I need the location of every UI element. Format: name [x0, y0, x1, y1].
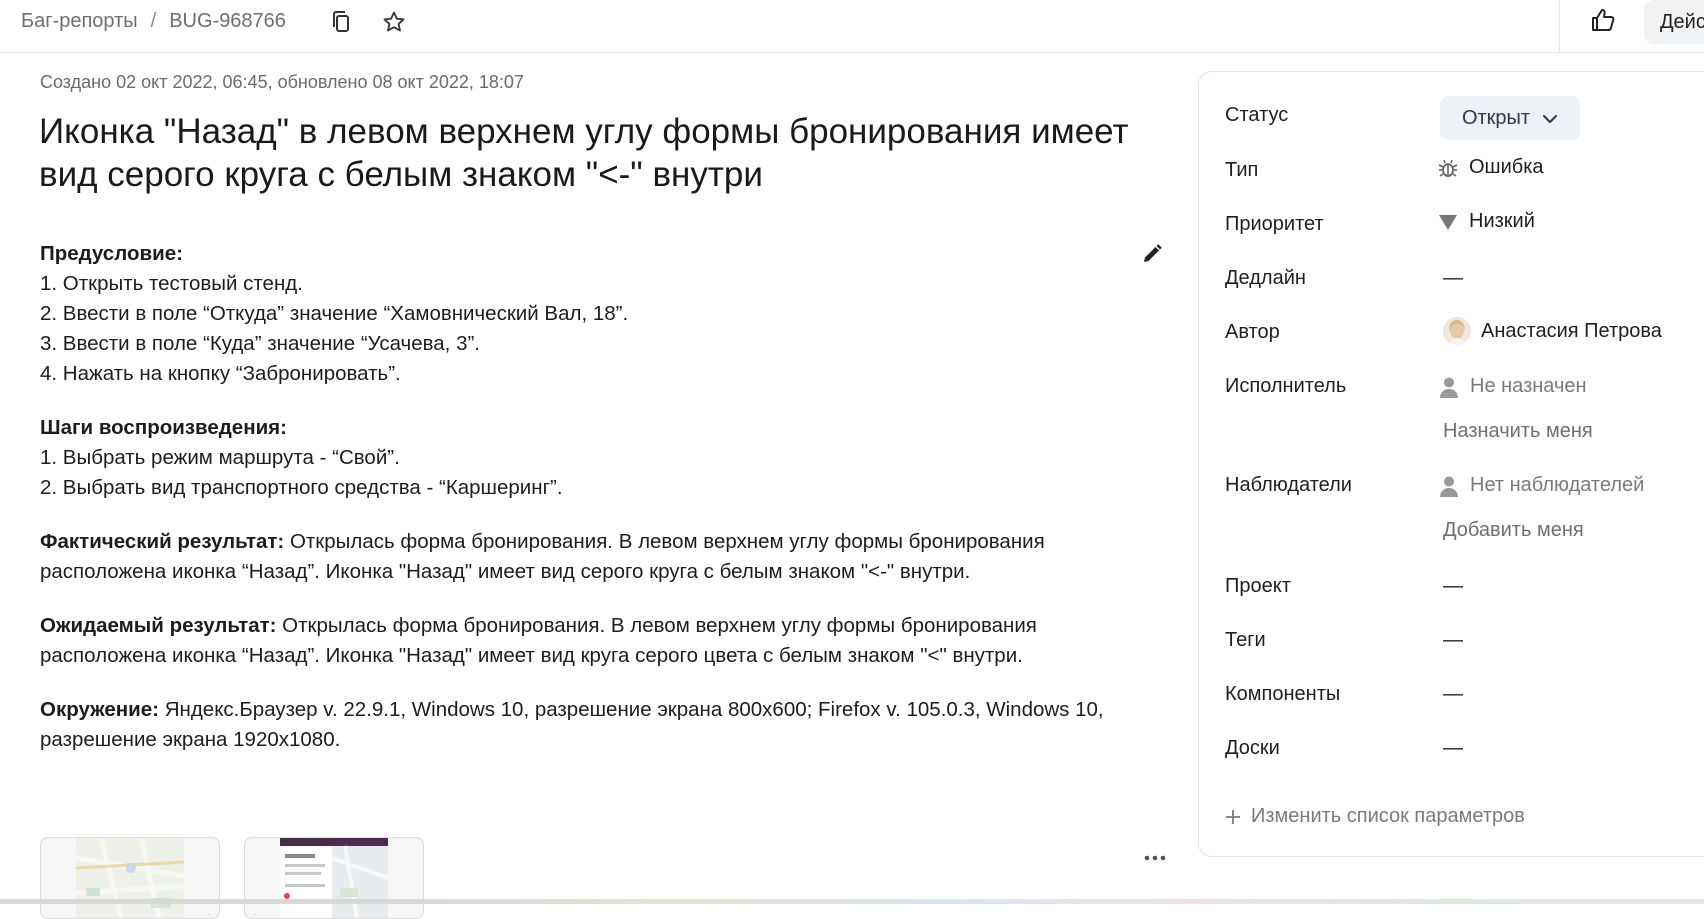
author-value[interactable]: Анастасия Петрова — [1443, 317, 1662, 345]
watchers-value-text: Нет наблюдателей — [1470, 474, 1645, 496]
priority-value[interactable]: Низкий — [1437, 210, 1535, 233]
breadcrumb-queue-link[interactable]: Баг-репорты — [21, 10, 138, 32]
attachment-thumbnail[interactable] — [40, 837, 220, 919]
watchers-value[interactable]: Нет наблюдателей — [1438, 474, 1644, 497]
list-item: 2. Ввести в поле “Откуда” значение “Хамо… — [40, 302, 629, 325]
pencil-icon[interactable] — [1140, 242, 1164, 266]
user-icon — [1438, 376, 1460, 398]
issue-description: Предусловие: 1. Открыть тестовый стенд. … — [40, 239, 1140, 779]
boards-label: Доски — [1225, 737, 1280, 759]
deadline-label: Дедлайн — [1225, 267, 1306, 289]
list-item: 4. Нажать на кнопку “Забронировать”. — [40, 362, 401, 385]
author-name: Анастасия Петрова — [1481, 319, 1662, 342]
tags-value[interactable]: — — [1443, 629, 1463, 652]
boards-value[interactable]: — — [1443, 737, 1463, 760]
thumbs-up-icon[interactable] — [1589, 6, 1617, 34]
priority-value-text: Низкий — [1469, 210, 1535, 232]
star-icon[interactable] — [380, 8, 408, 36]
assignee-value[interactable]: Не назначен — [1438, 375, 1587, 398]
triangle-down-icon — [1437, 211, 1459, 233]
components-label: Компоненты — [1225, 683, 1341, 705]
list-item: 1. Открыть тестовый стенд. — [40, 272, 303, 295]
expected-result-heading: Ожидаемый результат: — [40, 614, 277, 637]
actions-button[interactable]: Дейс — [1644, 0, 1704, 44]
list-item: 2. Выбрать вид транспортного средства - … — [40, 476, 563, 499]
assignee-value-text: Не назначен — [1470, 375, 1587, 397]
bug-icon — [1437, 157, 1459, 179]
user-icon — [1438, 475, 1460, 497]
components-value[interactable]: — — [1443, 683, 1463, 706]
precondition-block: Предусловие: 1. Открыть тестовый стенд. … — [40, 239, 1140, 389]
assignee-label: Исполнитель — [1225, 375, 1347, 397]
breadcrumb: Баг-репорты / BUG-968766 — [21, 10, 286, 33]
breadcrumb-issue-key[interactable]: BUG-968766 — [169, 10, 286, 32]
type-value[interactable]: Ошибка — [1437, 156, 1544, 179]
type-label: Тип — [1225, 159, 1259, 181]
assign-me-link[interactable]: Назначить меня — [1443, 420, 1593, 443]
environment-heading: Окружение: — [40, 698, 159, 721]
avatar — [1443, 317, 1471, 345]
environment-text: Яндекс.Браузер v. 22.9.1, Windows 10, ра… — [40, 698, 1104, 751]
copy-icon[interactable] — [327, 8, 355, 36]
change-params-button[interactable]: Изменить список параметров — [1225, 805, 1525, 828]
steps-block: Шаги воспроизведения: 1. Выбрать режим м… — [40, 413, 1140, 503]
list-item: 3. Ввести в поле “Куда” значение “Усачев… — [40, 332, 480, 355]
deadline-value[interactable]: — — [1443, 267, 1463, 290]
breadcrumb-separator: / — [150, 10, 157, 32]
list-item: 1. Выбрать режим маршрута - “Свой”. — [40, 446, 400, 469]
steps-heading: Шаги воспроизведения: — [40, 416, 287, 439]
change-params-label: Изменить список параметров — [1251, 805, 1525, 827]
type-value-text: Ошибка — [1469, 156, 1544, 178]
expected-result-block: Ожидаемый результат: Открылась форма бро… — [40, 611, 1140, 671]
tags-label: Теги — [1225, 629, 1266, 651]
issue-title: Иконка "Назад" в левом верхнем углу форм… — [39, 112, 1129, 194]
environment-block: Окружение: Яндекс.Браузер v. 22.9.1, Win… — [40, 695, 1140, 755]
toolbar-divider — [1559, 0, 1560, 52]
precondition-heading: Предусловие: — [40, 242, 183, 265]
chevron-down-icon — [1542, 107, 1558, 130]
actual-result-block: Фактический результат: Открылась форма б… — [40, 527, 1140, 587]
bottom-scroll-strip — [0, 899, 1704, 904]
add-me-link[interactable]: Добавить меня — [1443, 519, 1584, 542]
project-value[interactable]: — — [1443, 575, 1463, 598]
attachment-thumbnail[interactable] — [244, 837, 424, 919]
status-value: Открыт — [1461, 106, 1531, 129]
plus-icon — [1225, 809, 1241, 825]
more-dots-icon[interactable] — [1144, 848, 1166, 861]
actual-result-heading: Фактический результат: — [40, 530, 285, 553]
project-label: Проект — [1225, 575, 1291, 597]
watchers-label: Наблюдатели — [1225, 474, 1352, 496]
top-bar: Баг-репорты / BUG-968766 Дейс — [0, 0, 1704, 53]
issue-meta: Создано 02 окт 2022, 06:45, обновлено 08… — [40, 72, 524, 92]
status-label: Статус — [1225, 104, 1289, 126]
priority-label: Приоритет — [1225, 213, 1324, 235]
status-dropdown[interactable]: Открыт — [1440, 96, 1580, 140]
author-label: Автор — [1225, 321, 1280, 343]
